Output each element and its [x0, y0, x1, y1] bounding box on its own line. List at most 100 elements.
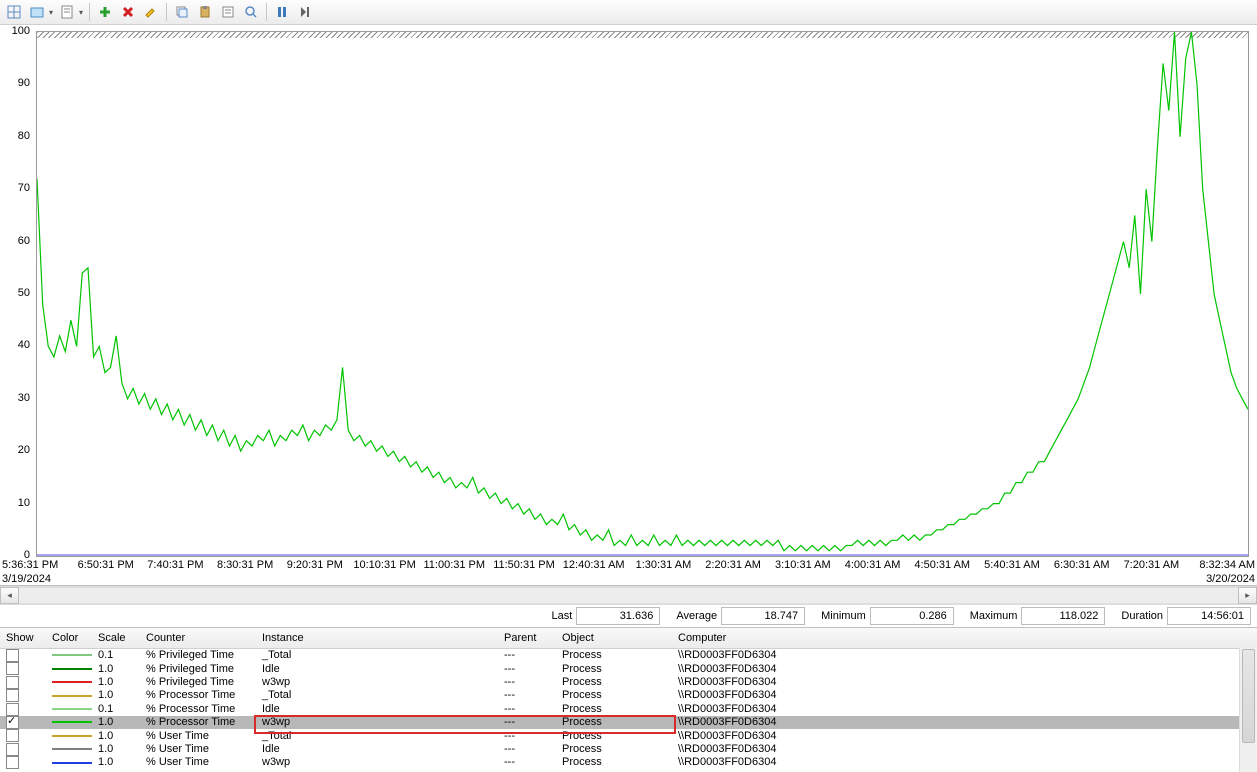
x-tick: 7:40:31 PM: [147, 559, 203, 571]
x-tick: 5:40:31 AM: [984, 559, 1040, 571]
cell-instance: w3wp: [256, 716, 498, 729]
scroll-left-icon[interactable]: ◂: [0, 587, 19, 604]
color-swatch: [52, 681, 92, 683]
x-axis-labels: 6:50:31 PM7:40:31 PM8:30:31 PM9:20:31 PM…: [36, 559, 1249, 585]
grid-icon[interactable]: [3, 1, 25, 23]
copy-icon[interactable]: [171, 1, 193, 23]
cell-counter: % User Time: [140, 756, 256, 769]
cell-parent: ---: [498, 676, 556, 689]
cell-parent: ---: [498, 716, 556, 729]
show-checkbox[interactable]: [6, 689, 19, 702]
show-checkbox[interactable]: [6, 729, 19, 742]
table-row[interactable]: 0.1% Privileged Time_Total---Process\\RD…: [0, 649, 1257, 663]
x-tick: 3:10:31 AM: [775, 559, 831, 571]
cell-instance: w3wp: [256, 756, 498, 769]
color-swatch: [52, 695, 92, 697]
counters-panel: Show Color Scale Counter Instance Parent…: [0, 627, 1257, 772]
report-dropdown-icon[interactable]: ▾: [77, 8, 85, 17]
update-icon[interactable]: [294, 1, 316, 23]
vertical-scrollbar[interactable]: [1239, 648, 1257, 772]
col-parent[interactable]: Parent: [498, 628, 556, 649]
view-icon[interactable]: [26, 1, 48, 23]
cell-object: Process: [556, 649, 672, 663]
col-show[interactable]: Show: [0, 628, 46, 649]
show-checkbox[interactable]: [6, 703, 19, 716]
cell-counter: % Processor Time: [140, 716, 256, 729]
color-swatch: [52, 668, 92, 670]
x-tick: 4:00:31 AM: [845, 559, 901, 571]
freeze-icon[interactable]: [271, 1, 293, 23]
col-object[interactable]: Object: [556, 628, 672, 649]
report-icon[interactable]: [56, 1, 78, 23]
chart-plot[interactable]: [36, 31, 1249, 557]
cell-object: Process: [556, 729, 672, 742]
show-checkbox[interactable]: [6, 743, 19, 756]
x-tick: 10:10:31 PM: [353, 559, 415, 571]
y-tick: 90: [18, 77, 30, 89]
x-tick: 12:40:31 AM: [563, 559, 625, 571]
y-tick: 30: [18, 392, 30, 404]
properties-icon[interactable]: [217, 1, 239, 23]
table-row[interactable]: 1.0% Processor Timew3wp---Process\\RD000…: [0, 716, 1257, 729]
show-checkbox[interactable]: [6, 756, 19, 769]
cell-instance: w3wp: [256, 676, 498, 689]
cell-counter: % Privileged Time: [140, 676, 256, 689]
add-icon[interactable]: [94, 1, 116, 23]
x-tick: 2:20:31 AM: [705, 559, 761, 571]
cell-scale: 1.0: [92, 689, 140, 702]
show-checkbox[interactable]: [6, 716, 19, 729]
y-tick: 50: [18, 287, 30, 299]
paste-icon[interactable]: [194, 1, 216, 23]
table-row[interactable]: 1.0% Privileged TimeIdle---Process\\RD00…: [0, 662, 1257, 675]
col-scale[interactable]: Scale: [92, 628, 140, 649]
table-row[interactable]: 1.0% Privileged Timew3wp---Process\\RD00…: [0, 676, 1257, 689]
table-header-row: Show Color Scale Counter Instance Parent…: [0, 628, 1257, 649]
x-tick: 4:50:31 AM: [914, 559, 970, 571]
horizontal-scrollbar[interactable]: ◂ ▸: [0, 586, 1257, 605]
cell-computer: \\RD0003FF0D6304: [672, 743, 1257, 756]
cell-object: Process: [556, 716, 672, 729]
average-value: 18.747: [721, 607, 805, 625]
cell-computer: \\RD0003FF0D6304: [672, 649, 1257, 663]
scroll-right-icon[interactable]: ▸: [1238, 587, 1257, 604]
y-tick: 60: [18, 235, 30, 247]
cell-scale: 0.1: [92, 649, 140, 663]
cell-parent: ---: [498, 703, 556, 716]
y-tick: 20: [18, 444, 30, 456]
cell-counter: % User Time: [140, 743, 256, 756]
cell-parent: ---: [498, 729, 556, 742]
table-row[interactable]: 1.0% User Time_Total---Process\\RD0003FF…: [0, 729, 1257, 742]
show-checkbox[interactable]: [6, 662, 19, 675]
cell-computer: \\RD0003FF0D6304: [672, 662, 1257, 675]
y-tick: 10: [18, 497, 30, 509]
table-row[interactable]: 1.0% User Timew3wp---Process\\RD0003FF0D…: [0, 756, 1257, 769]
col-instance[interactable]: Instance: [256, 628, 498, 649]
x-tick: 1:30:31 AM: [636, 559, 692, 571]
scrollbar-thumb[interactable]: [1242, 649, 1255, 743]
counters-table: Show Color Scale Counter Instance Parent…: [0, 628, 1257, 770]
cell-parent: ---: [498, 756, 556, 769]
zoom-icon[interactable]: [240, 1, 262, 23]
table-row[interactable]: 1.0% Processor Time_Total---Process\\RD0…: [0, 689, 1257, 702]
highlight-icon[interactable]: [140, 1, 162, 23]
col-color[interactable]: Color: [46, 628, 92, 649]
table-row[interactable]: 0.1% Processor TimeIdle---Process\\RD000…: [0, 703, 1257, 716]
y-axis-labels: 0102030405060708090100: [0, 31, 34, 555]
table-row[interactable]: 1.0% User TimeIdle---Process\\RD0003FF0D…: [0, 743, 1257, 756]
color-swatch: [52, 708, 92, 710]
cell-scale: 0.1: [92, 703, 140, 716]
col-counter[interactable]: Counter: [140, 628, 256, 649]
view-dropdown-icon[interactable]: ▾: [47, 8, 55, 17]
x-tick: 11:50:31 PM: [493, 559, 555, 571]
show-checkbox[interactable]: [6, 649, 19, 662]
color-swatch: [52, 735, 92, 737]
toolbar: ▾ ▾: [0, 0, 1257, 25]
y-tick: 80: [18, 130, 30, 142]
delete-icon[interactable]: [117, 1, 139, 23]
show-checkbox[interactable]: [6, 676, 19, 689]
cell-computer: \\RD0003FF0D6304: [672, 729, 1257, 742]
x-tick: 7:20:31 AM: [1124, 559, 1180, 571]
col-computer[interactable]: Computer: [672, 628, 1257, 649]
x-tick: 9:20:31 PM: [287, 559, 343, 571]
scrollbar-track[interactable]: [19, 587, 1238, 604]
